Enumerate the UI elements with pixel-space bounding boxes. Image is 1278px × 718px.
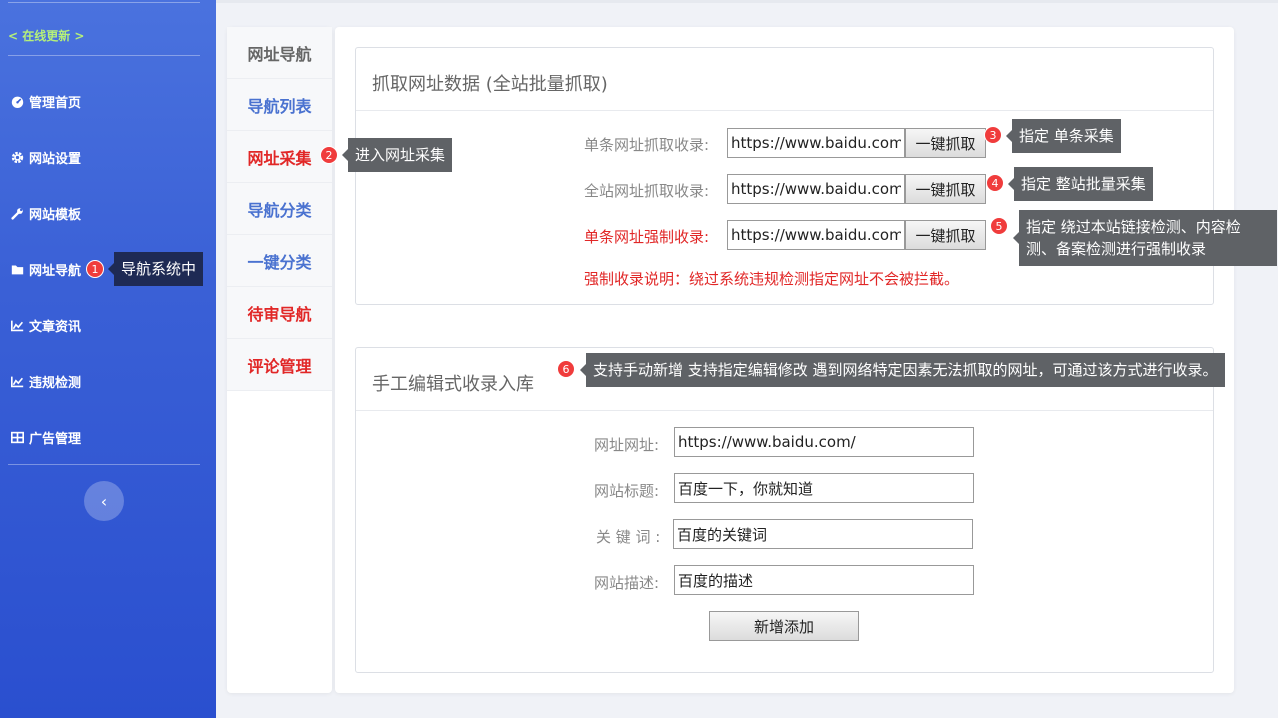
sidebar-collapse-button[interactable]: ‹: [84, 481, 124, 521]
chart-icon: [10, 374, 24, 388]
site-crawl-input[interactable]: [727, 174, 905, 204]
site-title-label: 网站标题:: [594, 482, 660, 500]
sidebar-divider: [8, 2, 200, 3]
site-crawl-button[interactable]: 一键抓取: [905, 174, 986, 204]
subnav-item-comments[interactable]: 评论管理: [227, 339, 332, 391]
sidebar-divider: [8, 464, 200, 465]
site-url-label: 网址网址:: [594, 436, 660, 454]
force-crawl-button[interactable]: 一键抓取: [905, 220, 986, 250]
sidebar-item-label: 网站设置: [29, 151, 82, 167]
dashboard-icon: [10, 94, 24, 108]
sidebar-item-label: 管理首页: [29, 95, 82, 111]
annotation-tooltip-5-line2: 测、备案检测进行强制收录: [1026, 240, 1207, 258]
annotation-tooltip-6: 支持手动新增 支持指定编辑修改 遇到网络特定因素无法抓取的网址，可通过该方式进行…: [580, 353, 1225, 387]
subnav-item-url-nav[interactable]: 网址导航: [227, 27, 332, 79]
single-crawl-input[interactable]: [727, 128, 905, 158]
sidebar-item-url-nav[interactable]: 网址导航: [10, 258, 81, 280]
single-crawl-button[interactable]: 一键抓取: [905, 128, 986, 158]
sub-navigation: 网址导航 导航列表 网址采集 导航分类 一键分类 待审导航 评论管理: [227, 27, 332, 693]
subnav-item-nav-list[interactable]: 导航列表: [227, 79, 332, 131]
subnav-item-nav-category[interactable]: 导航分类: [227, 183, 332, 235]
sidebar: < 在线更新 > 管理首页 网站设置 网站模板 网址导航 文章资讯 违规检测 广…: [0, 0, 216, 718]
chevron-left-icon: ‹: [100, 491, 108, 511]
sidebar-item-articles[interactable]: 文章资讯: [10, 314, 81, 336]
crawl-card-title: 抓取网址数据 (全站批量抓取): [372, 74, 608, 95]
annotation-tooltip-2: 进入网址采集: [341, 138, 453, 172]
annotation-badge-2: 2: [320, 146, 338, 164]
sidebar-item-label: 违规检测: [29, 375, 82, 391]
sidebar-item-label: 网址导航: [29, 263, 82, 279]
site-description-input[interactable]: [674, 565, 974, 595]
force-crawl-label: 单条网址强制收录:: [584, 228, 710, 246]
site-crawl-label: 全站网址抓取收录:: [584, 182, 710, 200]
site-title-input[interactable]: [674, 473, 974, 503]
annotation-badge-5: 5: [990, 217, 1008, 235]
subnav-item-url-collect[interactable]: 网址采集: [227, 131, 332, 183]
annotation-tooltip-3: 指定 单条采集: [1006, 119, 1121, 153]
sidebar-item-templates[interactable]: 网站模板: [10, 202, 81, 224]
sidebar-item-label: 广告管理: [29, 431, 82, 447]
top-strip: [216, 0, 1278, 3]
force-crawl-input[interactable]: [727, 220, 905, 250]
wrench-icon: [10, 206, 24, 220]
sidebar-item-violation-check[interactable]: 违规检测: [10, 370, 81, 392]
annotation-badge-6: 6: [557, 360, 575, 378]
force-crawl-note: 强制收录说明：绕过系统违规检测指定网址不会被拦截。: [584, 270, 960, 288]
keywords-label: 关 键 词 :: [596, 528, 661, 546]
single-crawl-label: 单条网址抓取收录:: [584, 136, 710, 154]
sidebar-item-dashboard[interactable]: 管理首页: [10, 90, 81, 112]
add-new-button[interactable]: 新增添加: [709, 611, 859, 641]
annotation-tooltip-4: 指定 整站批量采集: [1008, 167, 1153, 201]
card-divider: [356, 410, 1213, 411]
sidebar-item-site-settings[interactable]: 网站设置: [10, 146, 81, 168]
site-url-input[interactable]: [674, 427, 974, 457]
card-divider: [356, 110, 1213, 111]
manual-card-title: 手工编辑式收录入库: [372, 374, 534, 395]
chart-icon: [10, 318, 24, 332]
folder-icon: [10, 262, 24, 276]
grid-icon: [10, 430, 24, 444]
annotation-tooltip-1: 导航系统中: [107, 252, 204, 286]
annotation-badge-1: 1: [86, 260, 104, 278]
site-description-label: 网站描述:: [594, 574, 660, 592]
keywords-input[interactable]: [673, 519, 973, 549]
gear-icon: [10, 150, 24, 164]
subnav-item-one-click-category[interactable]: 一键分类: [227, 235, 332, 287]
sidebar-divider: [8, 55, 200, 56]
annotation-tooltip-5: 指定 绕过本站链接检测、内容检 测、备案检测进行强制收录: [1013, 210, 1277, 266]
annotation-badge-3: 3: [984, 126, 1002, 144]
annotation-badge-4: 4: [986, 174, 1004, 192]
sidebar-item-ads[interactable]: 广告管理: [10, 426, 81, 448]
sidebar-item-label: 网站模板: [29, 207, 82, 223]
sidebar-item-label: 文章资讯: [29, 319, 82, 335]
manual-card: 手工编辑式收录入库 网址网址: 网站标题: 关 键 词 : 网站描述: 新增添加: [355, 347, 1214, 673]
annotation-tooltip-5-line1: 指定 绕过本站链接检测、内容检: [1026, 218, 1241, 236]
online-update-link[interactable]: < 在线更新 >: [8, 27, 84, 44]
subnav-item-pending-nav[interactable]: 待审导航: [227, 287, 332, 339]
